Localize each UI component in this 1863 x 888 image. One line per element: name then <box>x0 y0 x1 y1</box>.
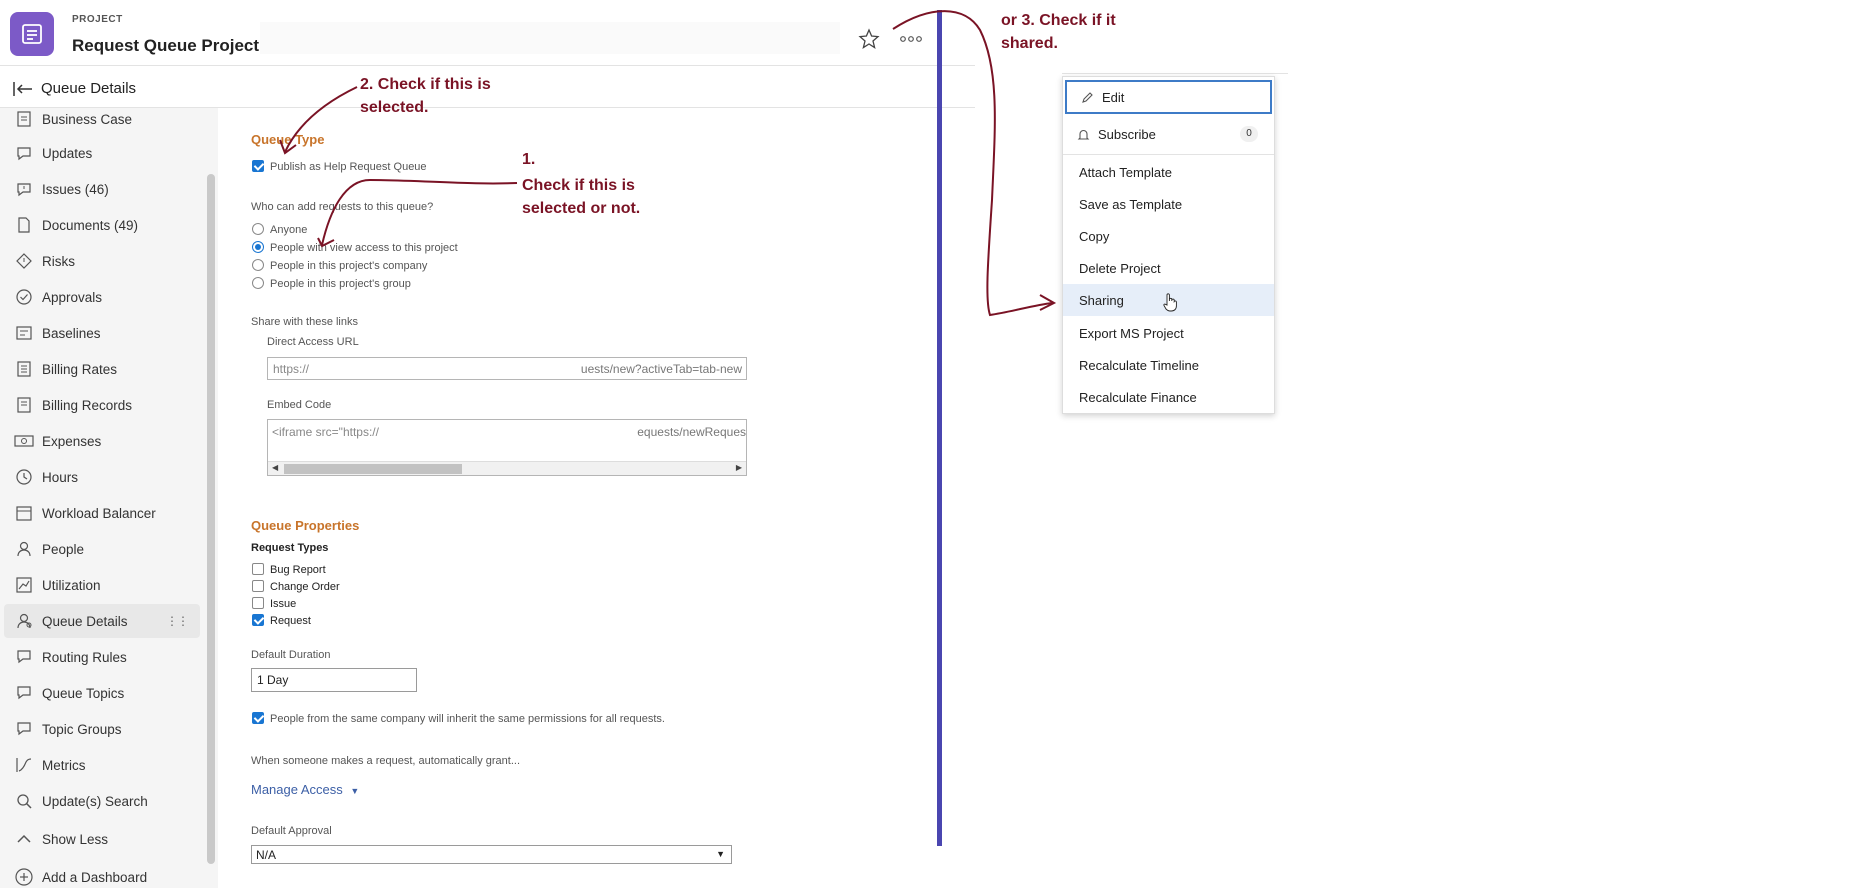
arrowhead-note-1 <box>317 237 335 248</box>
annotation-note-2: 2. Check if this is selected. <box>360 73 491 119</box>
annotation-line: or 3. Check if it <box>1001 12 1116 29</box>
annotation-line: Check if this is <box>522 177 635 194</box>
annotation-line: 1. <box>522 151 536 168</box>
annotation-note-1: 1. Check if this is selected or not. <box>522 148 640 220</box>
annotation-note-3: or 3. Check if it shared. <box>1001 9 1116 55</box>
arrow-note-2 <box>284 86 358 153</box>
annotation-line: 2. Check if this is <box>360 76 491 93</box>
annotation-arrows <box>279 10 1057 317</box>
arrow-note-3 <box>892 10 1053 317</box>
annotation-line: shared. <box>1001 35 1058 52</box>
arrow-note-1 <box>321 178 518 246</box>
annotation-line: selected or not. <box>522 200 641 217</box>
annotation-line: selected. <box>360 99 429 116</box>
arrowhead-note-3 <box>1039 294 1057 311</box>
